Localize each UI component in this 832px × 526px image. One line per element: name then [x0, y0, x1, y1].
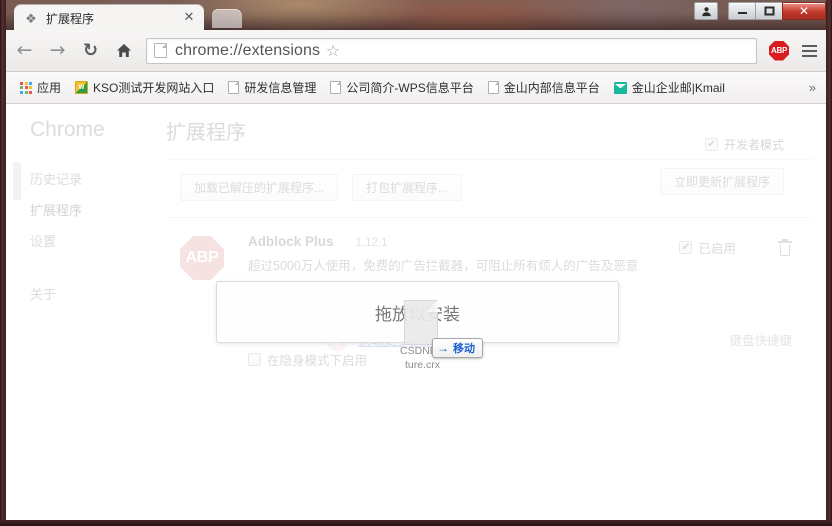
- divider: [166, 159, 812, 160]
- window-border-bottom: [0, 520, 832, 526]
- bookmark-label: 公司简介-WPS信息平台: [346, 81, 474, 95]
- mail-icon: [613, 81, 627, 94]
- address-bar[interactable]: chrome://extensions ☆: [146, 37, 757, 64]
- abp-extension-icon[interactable]: ABP: [769, 40, 789, 61]
- extension-name: Adblock Plus: [248, 234, 334, 249]
- page-scrollbar[interactable]: [13, 162, 21, 200]
- bookmark-kso[interactable]: W KSO测试开发网站入口: [69, 77, 220, 99]
- drag-action-tooltip: → 移动: [432, 338, 483, 358]
- document-icon: [330, 81, 342, 94]
- sidebar-item-about[interactable]: 关于: [30, 279, 160, 310]
- chrome-brand-label: Chrome: [30, 118, 105, 141]
- incognito-label: 在隐身模式下启用: [267, 353, 368, 368]
- back-arrow-icon: ←: [16, 39, 33, 61]
- load-unpacked-button[interactable]: 加载已解压的扩展程序...: [180, 174, 339, 201]
- extension-version: 1.12.1: [355, 237, 388, 249]
- address-bar-url: chrome://extensions: [175, 41, 321, 59]
- person-icon: [701, 6, 711, 16]
- bookmark-rd-info[interactable]: 研发信息管理: [222, 77, 322, 99]
- page-document-icon: [154, 43, 167, 58]
- incognito-checkbox[interactable]: [248, 352, 261, 366]
- bookmark-kmail[interactable]: 金山企业邮|Kmail: [608, 77, 731, 99]
- drag-action-label: 移动: [453, 343, 475, 355]
- minimize-button[interactable]: [728, 2, 755, 20]
- profile-button[interactable]: [694, 2, 718, 20]
- update-extensions-button[interactable]: 立即更新扩展程序: [659, 168, 784, 195]
- maximize-button[interactable]: [755, 2, 782, 20]
- developer-mode-checkbox[interactable]: ✔: [704, 138, 718, 151]
- home-icon: [116, 44, 131, 57]
- browser-window: ❖ 扩展程序 ✕ ✕ ← → ↻ chrome://extensions ☆ A…: [0, 0, 832, 526]
- window-border-right: [826, 0, 832, 526]
- abp-icon-label: ABP: [180, 236, 224, 280]
- reload-button[interactable]: ↻: [76, 36, 105, 65]
- close-button[interactable]: ✕: [782, 2, 826, 20]
- bookmark-apps[interactable]: 应用: [14, 77, 67, 99]
- bookmark-label: 研发信息管理: [244, 81, 317, 95]
- forward-arrow-icon: →: [49, 39, 66, 61]
- document-icon: [487, 81, 499, 94]
- bookmark-label: 金山内部信息平台: [503, 81, 600, 95]
- sidebar-item-settings[interactable]: 设置: [30, 226, 160, 257]
- window-border-left: [0, 0, 6, 526]
- extension-incognito-row[interactable]: 在隐身模式下启用: [248, 350, 812, 369]
- bookmark-company-intro[interactable]: 公司简介-WPS信息平台: [324, 77, 479, 99]
- extension-icon: ABP: [180, 236, 224, 280]
- checkmark-icon: ✔: [707, 138, 716, 150]
- back-button[interactable]: ←: [10, 36, 39, 65]
- dragged-file-name-line2: ture.crx: [404, 359, 440, 372]
- minimize-icon: [737, 12, 747, 14]
- settings-sidebar: Chrome 历史记录 扩展程序 设置 关于: [30, 118, 160, 310]
- pack-extension-button[interactable]: 打包扩展程序...: [352, 174, 463, 201]
- window-controls: ✕: [694, 2, 826, 20]
- bookmark-label: 金山企业邮|Kmail: [631, 81, 725, 95]
- extension-enabled-checkbox[interactable]: ✔: [679, 241, 693, 254]
- developer-mode-row[interactable]: ✔ 开发者模式: [704, 136, 784, 153]
- divider: [166, 217, 812, 218]
- extension-controls: ✔ 已启用: [679, 238, 792, 257]
- document-icon: [228, 81, 240, 94]
- arrow-right-icon: →: [437, 341, 449, 355]
- puzzle-piece-icon: ❖: [25, 10, 37, 26]
- maximize-icon: [764, 6, 774, 16]
- tab-title: 扩展程序: [46, 11, 95, 26]
- wps-icon: W: [75, 81, 89, 94]
- bookmarks-bar: 应用 W KSO测试开发网站入口 研发信息管理 公司简介-WPS信息平台 金山内…: [6, 72, 826, 104]
- forward-button[interactable]: →: [43, 36, 72, 65]
- reload-icon: ↻: [82, 39, 99, 61]
- browser-tab[interactable]: ❖ 扩展程序 ✕: [14, 5, 204, 31]
- bookmark-star-icon[interactable]: ☆: [320, 38, 346, 64]
- hamburger-menu-icon[interactable]: [795, 37, 823, 65]
- extension-description: 超过5000万人使用，免费的广告拦截器，可阻止所有烦人的广告及恶意: [248, 259, 639, 273]
- checkmark-icon: ✔: [681, 241, 691, 253]
- bookmark-label: KSO测试开发网站入口: [93, 81, 215, 95]
- trash-icon[interactable]: [778, 238, 792, 256]
- new-tab-button[interactable]: [212, 9, 242, 28]
- extension-enabled-label: 已启用: [698, 242, 736, 256]
- home-button[interactable]: [109, 36, 138, 65]
- sidebar-item-history[interactable]: 历史记录: [30, 164, 160, 195]
- close-icon: ✕: [798, 4, 810, 18]
- browser-toolbar: ← → ↻ chrome://extensions ☆ ABP: [6, 30, 826, 72]
- keyboard-shortcuts-link[interactable]: 键盘快捷键: [729, 330, 792, 349]
- bookmark-label: 应用: [37, 81, 62, 95]
- developer-mode-label: 开发者模式: [723, 138, 784, 152]
- sidebar-item-extensions[interactable]: 扩展程序: [30, 195, 160, 226]
- tab-close-icon[interactable]: ✕: [181, 10, 197, 26]
- bookmark-internal-platform[interactable]: 金山内部信息平台: [482, 77, 606, 99]
- bookmarks-overflow-icon[interactable]: »: [809, 80, 816, 95]
- tab-strip: ❖ 扩展程序 ✕ ✕: [0, 0, 832, 31]
- apps-grid-icon: [20, 81, 32, 94]
- abp-badge-label: ABP: [769, 40, 789, 61]
